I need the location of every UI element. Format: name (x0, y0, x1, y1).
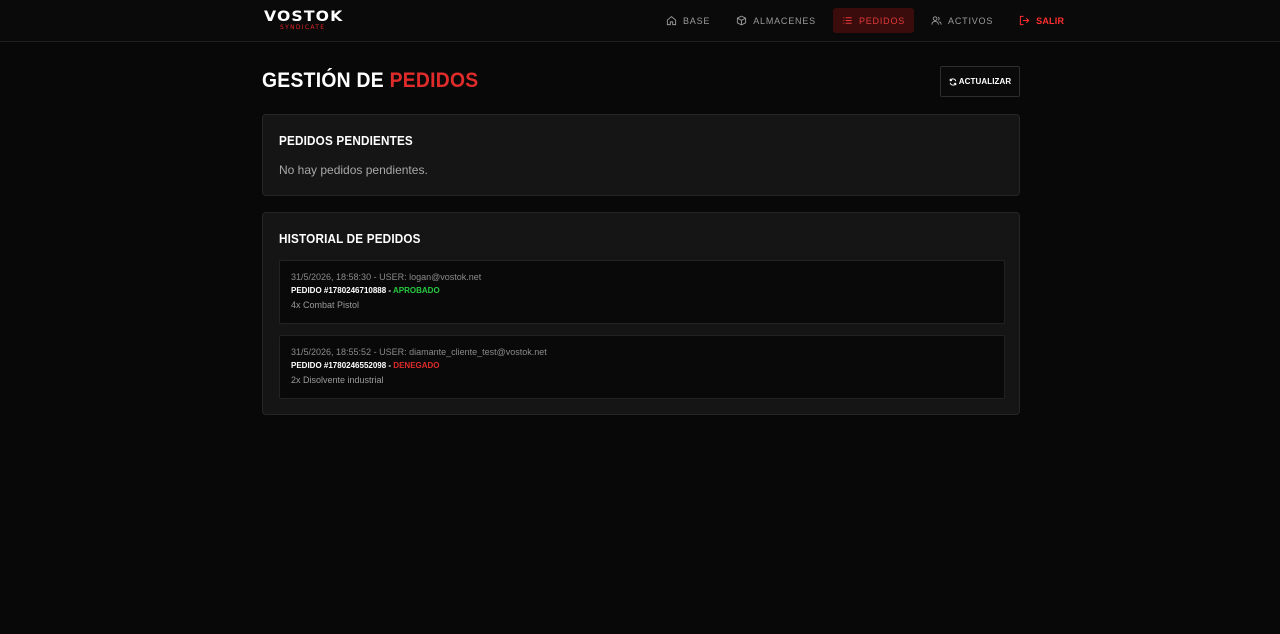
order-status-badge: APROBADO (393, 286, 440, 295)
order-header: PEDIDO #1780246552098 - DENEGADO (291, 361, 440, 370)
order-history-card: HISTORIAL DE PEDIDOS 31/5/2026, 18:58:30… (262, 212, 1020, 415)
pending-empty-text: No hay pedidos pendientes. (279, 163, 428, 177)
brand-logo[interactable]: VOSTOK SYNDICATE (264, 10, 354, 31)
order-meta: 31/5/2026, 18:55:52 - USER: diamante_cli… (291, 347, 547, 357)
nav-item-label: ALMACENES (753, 15, 816, 26)
nav-item-label: BASE (683, 15, 711, 26)
logout-icon (1019, 15, 1030, 26)
order-items: 4x Combat Pistol (291, 300, 360, 310)
nav-item-almacenes[interactable]: ALMACENES (727, 8, 825, 33)
order-header: PEDIDO #1780246710888 - APROBADO (291, 286, 440, 295)
list-icon (842, 15, 853, 26)
order-status-badge: DENEGADO (393, 361, 440, 370)
refresh-icon (949, 77, 957, 86)
nav-item-label: PEDIDOS (858, 15, 906, 26)
nav-item-pedidos[interactable]: PEDIDOS (832, 8, 915, 33)
refresh-button[interactable]: ACTUALIZAR (940, 66, 1020, 97)
pending-orders-card: PEDIDOS PENDIENTES No hay pedidos pendie… (262, 114, 1020, 196)
order-items: 2x Disolvente industrial (291, 375, 384, 385)
top-navigation-bar: VOSTOK SYNDICATE BASE ALMACENES PEDIDOS (0, 0, 1280, 42)
box-icon (736, 15, 747, 26)
order-history-title: HISTORIAL DE PEDIDOS (279, 231, 421, 246)
order-row: 31/5/2026, 18:58:30 - USER: logan@vostok… (279, 260, 1005, 324)
home-icon (666, 15, 677, 26)
refresh-label: ACTUALIZAR (958, 77, 1012, 86)
nav-item-base[interactable]: BASE (657, 8, 719, 33)
pending-orders-title: PEDIDOS PENDIENTES (279, 133, 413, 148)
order-meta: 31/5/2026, 18:58:30 - USER: logan@vostok… (291, 272, 482, 282)
users-icon (931, 15, 942, 26)
brand-tagline: SYNDICATE (280, 24, 326, 31)
main-nav: BASE ALMACENES PEDIDOS ACTIVOS SALIR (657, 8, 1073, 33)
brand-name: VOSTOK (264, 9, 344, 25)
logout-button[interactable]: SALIR (1010, 8, 1073, 33)
order-row: 31/5/2026, 18:55:52 - USER: diamante_cli… (279, 335, 1005, 399)
order-id: PEDIDO #1780246552098 - (291, 361, 394, 370)
order-id: PEDIDO #1780246710888 - (291, 286, 393, 295)
page-title: GESTIÓN DE PEDIDOS (262, 69, 478, 93)
nav-item-label: ACTIVOS (948, 15, 994, 26)
logout-label: SALIR (1036, 15, 1065, 26)
page-title-accent: PEDIDOS (389, 69, 479, 92)
nav-item-activos[interactable]: ACTIVOS (922, 8, 1002, 33)
page-title-prefix: GESTIÓN DE (262, 69, 390, 92)
